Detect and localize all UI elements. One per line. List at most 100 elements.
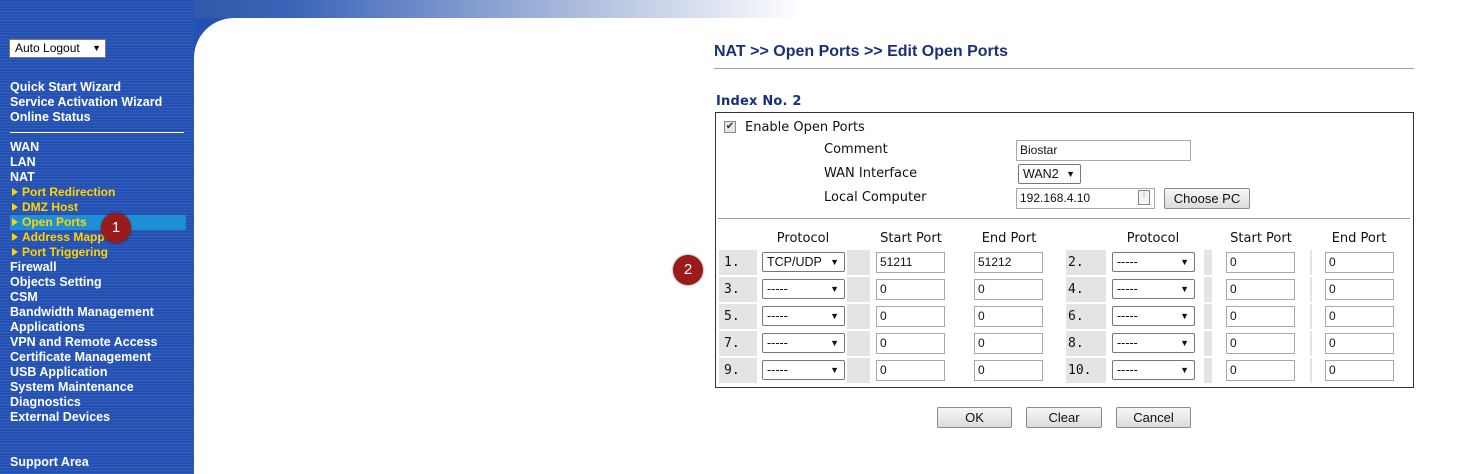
protocol-value: TCP/UDP bbox=[767, 255, 822, 269]
sidebar-item-support-area[interactable]: Support Area bbox=[10, 455, 89, 470]
start-port-input[interactable]: 0 bbox=[1226, 306, 1295, 327]
choose-pc-button[interactable]: Choose PC bbox=[1164, 188, 1250, 209]
enable-open-ports-label: Enable Open Ports bbox=[745, 120, 865, 135]
chevron-down-icon: ▼ bbox=[1180, 338, 1189, 348]
sidebar-item-nat[interactable]: NAT bbox=[10, 170, 35, 185]
header-start-port-right: Start Port bbox=[1230, 231, 1292, 246]
row-number: 6. bbox=[1068, 309, 1084, 324]
protocol-value: ----- bbox=[767, 336, 788, 350]
sidebar-item-objects-setting[interactable]: Objects Setting bbox=[10, 275, 102, 290]
protocol-select[interactable]: ----- ▼ bbox=[1112, 252, 1195, 272]
sidebar-item-csm[interactable]: CSM bbox=[10, 290, 38, 305]
chevron-down-icon: ▼ bbox=[830, 257, 839, 267]
sidebar-item-bandwidth[interactable]: Bandwidth Management bbox=[10, 305, 154, 320]
protocol-select[interactable]: ----- ▼ bbox=[762, 360, 845, 380]
start-port-input[interactable]: 0 bbox=[1226, 333, 1295, 354]
comment-input[interactable]: Biostar bbox=[1016, 140, 1191, 161]
row-number: 9. bbox=[724, 363, 740, 378]
local-computer-label: Local Computer bbox=[824, 190, 927, 205]
local-computer-input[interactable]: 192.168.4.10 bbox=[1016, 188, 1155, 209]
end-port-input[interactable]: 0 bbox=[1325, 333, 1394, 354]
start-port-input[interactable]: 0 bbox=[876, 279, 945, 300]
start-port-input[interactable]: 0 bbox=[1226, 360, 1295, 381]
sidebar-subitem-label: Address Mapp bbox=[22, 230, 105, 244]
end-port-input[interactable]: 0 bbox=[1325, 306, 1394, 327]
sidebar-subitem-label: DMZ Host bbox=[22, 200, 78, 214]
sidebar-divider bbox=[10, 132, 184, 133]
ok-button[interactable]: OK bbox=[937, 407, 1012, 428]
sidebar-subitem-port-redirection[interactable]: Port Redirection bbox=[12, 185, 115, 200]
end-port-input[interactable]: 0 bbox=[974, 306, 1043, 327]
cancel-button[interactable]: Cancel bbox=[1116, 407, 1191, 428]
sidebar-subitem-label: Open Ports bbox=[22, 215, 87, 229]
sidebar-item-wan[interactable]: WAN bbox=[10, 140, 39, 155]
protocol-value: ----- bbox=[1117, 255, 1138, 269]
title-divider bbox=[714, 68, 1414, 69]
auto-logout-select[interactable]: Auto Logout ▼ bbox=[9, 39, 106, 58]
protocol-value: ----- bbox=[1117, 282, 1138, 296]
panel-divider bbox=[718, 218, 1410, 219]
sidebar-item-usb[interactable]: USB Application bbox=[10, 365, 107, 380]
sidebar-item-online-status[interactable]: Online Status bbox=[10, 110, 91, 125]
end-port-input[interactable]: 0 bbox=[974, 279, 1043, 300]
index-label: Index No. 2 bbox=[716, 94, 802, 109]
protocol-select[interactable]: ----- ▼ bbox=[1112, 360, 1195, 380]
protocol-select[interactable]: ----- ▼ bbox=[1112, 306, 1195, 326]
sidebar-subitem-port-triggering[interactable]: Port Triggering bbox=[12, 245, 108, 260]
triangle-right-icon bbox=[12, 188, 18, 196]
sidebar-item-lan[interactable]: LAN bbox=[10, 155, 36, 170]
sidebar-item-system-maintenance[interactable]: System Maintenance bbox=[10, 380, 134, 395]
end-port-input[interactable]: 51212 bbox=[974, 252, 1043, 273]
sidebar-item-quick-start[interactable]: Quick Start Wizard bbox=[10, 80, 121, 95]
row-number: 3. bbox=[724, 282, 740, 297]
start-port-input[interactable]: 0 bbox=[876, 333, 945, 354]
wan-interface-value: WAN2 bbox=[1023, 167, 1059, 181]
auto-logout-label: Auto Logout bbox=[15, 41, 80, 55]
protocol-value: ----- bbox=[767, 363, 788, 377]
sidebar-item-diagnostics[interactable]: Diagnostics bbox=[10, 395, 81, 410]
end-port-input[interactable]: 0 bbox=[974, 360, 1043, 381]
protocol-select[interactable]: ----- ▼ bbox=[762, 306, 845, 326]
protocol-select[interactable]: ----- ▼ bbox=[762, 279, 845, 299]
sidebar-subitem-open-ports[interactable]: Open Ports bbox=[10, 215, 186, 230]
page-title: NAT >> Open Ports >> Edit Open Ports bbox=[714, 43, 1008, 60]
sidebar-item-applications[interactable]: Applications bbox=[10, 320, 85, 335]
protocol-select[interactable]: ----- ▼ bbox=[1112, 333, 1195, 353]
row-number: 10. bbox=[1068, 363, 1092, 378]
end-port-input[interactable]: 0 bbox=[974, 333, 1043, 354]
header-protocol-right: Protocol bbox=[1126, 231, 1180, 246]
row-number: 1. bbox=[724, 255, 740, 270]
row-number: 4. bbox=[1068, 282, 1084, 297]
sidebar-item-certificate[interactable]: Certificate Management bbox=[10, 350, 151, 365]
end-port-input[interactable]: 0 bbox=[1325, 279, 1394, 300]
enable-open-ports-checkbox[interactable]: ✔ bbox=[724, 121, 736, 133]
start-port-input[interactable]: 51211 bbox=[876, 252, 945, 273]
protocol-select[interactable]: ----- ▼ bbox=[762, 333, 845, 353]
end-port-input[interactable]: 0 bbox=[1325, 360, 1394, 381]
start-port-input[interactable]: 0 bbox=[1226, 279, 1295, 300]
start-port-input[interactable]: 0 bbox=[876, 360, 945, 381]
wan-interface-select[interactable]: WAN2 ▼ bbox=[1018, 164, 1081, 184]
protocol-select[interactable]: ----- ▼ bbox=[1112, 279, 1195, 299]
sidebar-item-vpn[interactable]: VPN and Remote Access bbox=[10, 335, 158, 350]
chevron-down-icon: ▼ bbox=[830, 284, 839, 294]
end-port-input[interactable]: 0 bbox=[1325, 252, 1394, 273]
chevron-down-icon: ▼ bbox=[830, 365, 839, 375]
sidebar-item-service-activation[interactable]: Service Activation Wizard bbox=[10, 95, 162, 110]
triangle-right-icon bbox=[12, 218, 18, 226]
header-start-port-left: Start Port bbox=[880, 231, 942, 246]
sidebar-item-firewall[interactable]: Firewall bbox=[10, 260, 57, 275]
clear-button[interactable]: Clear bbox=[1026, 407, 1102, 428]
protocol-select[interactable]: TCP/UDP ▼ bbox=[762, 252, 845, 272]
row-number: 8. bbox=[1068, 336, 1084, 351]
address-book-icon[interactable]: ⋮ bbox=[1138, 190, 1150, 205]
wan-interface-label: WAN Interface bbox=[824, 166, 918, 181]
sidebar-subitem-address-mapping[interactable]: Address Mapp bbox=[12, 230, 105, 245]
sidebar-item-external-devices[interactable]: External Devices bbox=[10, 410, 110, 425]
top-banner bbox=[0, 0, 1459, 18]
header-end-port-right: End Port bbox=[1331, 231, 1387, 246]
chevron-down-icon: ▼ bbox=[1180, 257, 1189, 267]
start-port-input[interactable]: 0 bbox=[1226, 252, 1295, 273]
sidebar-subitem-dmz-host[interactable]: DMZ Host bbox=[12, 200, 78, 215]
start-port-input[interactable]: 0 bbox=[876, 306, 945, 327]
